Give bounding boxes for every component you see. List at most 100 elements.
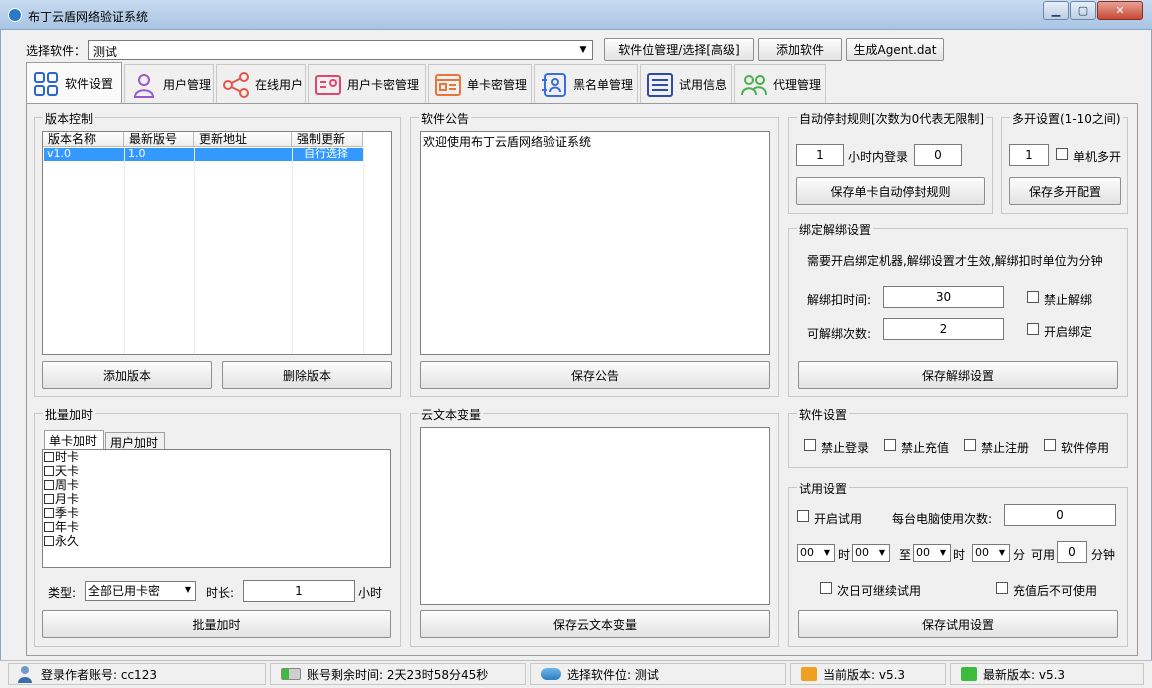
end-minute-select[interactable]: 00 ▼ bbox=[972, 544, 1010, 562]
card-item[interactable]: 月卡 bbox=[44, 492, 79, 506]
group-title: 试用设置 bbox=[797, 480, 850, 497]
forbid-register-checkbox[interactable] bbox=[964, 439, 976, 451]
per-pc-input[interactable]: 0 bbox=[1004, 504, 1116, 526]
autoban-count-input[interactable]: 0 bbox=[914, 144, 962, 166]
end-minute-value: 00 bbox=[975, 546, 989, 559]
card-checkbox[interactable] bbox=[44, 452, 54, 462]
dropdown-arrow-icon: ▼ bbox=[579, 45, 587, 55]
tab-agent-management[interactable]: 代理管理 bbox=[734, 64, 826, 104]
close-button[interactable]: ✕ bbox=[1097, 1, 1143, 20]
card-label: 天卡 bbox=[55, 464, 80, 478]
column-header[interactable]: 更新地址 bbox=[194, 132, 292, 147]
status-current-text: 当前版本: v5.3 bbox=[823, 667, 906, 682]
card-item[interactable]: 天卡 bbox=[44, 464, 79, 478]
tab-label: 软件设置 bbox=[65, 77, 114, 91]
tab-user-management[interactable]: 用户管理 bbox=[124, 64, 214, 104]
tab-single-cardkey[interactable]: 单卡密管理 bbox=[428, 64, 532, 104]
duration-label: 时长: bbox=[206, 586, 235, 600]
title-bar: 布丁云盾网络验证系统 ▁ ▢ ✕ bbox=[0, 0, 1152, 30]
type-select[interactable]: 全部已用卡密 ▼ bbox=[85, 581, 196, 601]
status-latest-text: 最新版本: v5.3 bbox=[983, 667, 1066, 682]
type-select-value: 全部已用卡密 bbox=[88, 584, 161, 598]
forbid-recharge-checkbox[interactable] bbox=[884, 439, 896, 451]
tab-trial-info[interactable]: 试用信息 bbox=[640, 64, 732, 104]
card-type-list[interactable] bbox=[42, 449, 391, 568]
subtab-user-time[interactable]: 用户加时 bbox=[105, 432, 165, 450]
cell-version-name: v1.0 bbox=[47, 147, 72, 160]
maximize-button[interactable]: ▢ bbox=[1070, 1, 1096, 20]
unbind-times-input[interactable]: 2 bbox=[883, 318, 1004, 340]
end-hour-select[interactable]: 00 ▼ bbox=[913, 544, 951, 562]
hour-label: 时 bbox=[953, 548, 966, 562]
tab-online-users[interactable]: 在线用户 bbox=[216, 64, 306, 104]
status-remaining-text: 账号剩余时间: 2天23时58分45秒 bbox=[307, 667, 489, 682]
save-multi-button[interactable]: 保存多开配置 bbox=[1009, 177, 1121, 205]
card-checkbox[interactable] bbox=[44, 522, 54, 532]
card-item[interactable]: 永久 bbox=[44, 534, 79, 548]
multi-open-label: 单机多开 bbox=[1073, 150, 1122, 164]
cell-version-num: 1.0 bbox=[128, 147, 146, 160]
cloud-text-area[interactable] bbox=[420, 427, 770, 605]
card-checkbox[interactable] bbox=[44, 480, 54, 490]
notice-textarea[interactable]: 欢迎使用布丁云盾网络验证系统 bbox=[420, 131, 770, 355]
window-list-icon bbox=[433, 70, 463, 100]
card-item[interactable]: 周卡 bbox=[44, 478, 79, 492]
green-square-icon bbox=[961, 667, 977, 681]
card-item[interactable]: 季卡 bbox=[44, 506, 79, 520]
column-header[interactable]: 版本名称 bbox=[43, 132, 124, 147]
card-checkbox[interactable] bbox=[44, 536, 54, 546]
forbid-unbind-checkbox[interactable] bbox=[1027, 291, 1039, 303]
card-item[interactable]: 时卡 bbox=[44, 450, 79, 464]
tab-label: 单卡密管理 bbox=[467, 78, 528, 92]
subtab-single-card[interactable]: 单卡加时 bbox=[44, 430, 104, 450]
card-item[interactable]: 年卡 bbox=[44, 520, 79, 534]
available-minutes-input[interactable]: 0 bbox=[1057, 541, 1087, 563]
multi-open-input[interactable]: 1 bbox=[1009, 144, 1049, 166]
start-minute-select[interactable]: 00 ▼ bbox=[852, 544, 890, 562]
dropdown-arrow-icon: ▼ bbox=[939, 548, 947, 557]
hour-label: 时 bbox=[838, 548, 851, 562]
software-select[interactable]: 测试 ▼ bbox=[88, 40, 593, 60]
start-hour-select[interactable]: 00 ▼ bbox=[797, 544, 835, 562]
multi-open-checkbox[interactable] bbox=[1056, 148, 1068, 160]
card-checkbox[interactable] bbox=[44, 494, 54, 504]
save-trial-button[interactable]: 保存试用设置 bbox=[798, 610, 1118, 638]
manage-slots-button[interactable]: 软件位管理/选择[高级] bbox=[604, 38, 754, 61]
enable-trial-checkbox[interactable] bbox=[797, 510, 809, 522]
save-notice-button[interactable]: 保存公告 bbox=[420, 361, 770, 389]
next-day-trial-checkbox[interactable] bbox=[820, 582, 832, 594]
no-use-after-recharge-checkbox[interactable] bbox=[996, 582, 1008, 594]
add-software-button[interactable]: 添加软件 bbox=[758, 38, 842, 61]
save-cloud-text-button[interactable]: 保存云文本变量 bbox=[420, 610, 770, 638]
generate-agent-button[interactable]: 生成Agent.dat bbox=[846, 38, 944, 61]
add-version-button[interactable]: 添加版本 bbox=[42, 361, 212, 389]
version-listview[interactable]: 版本名称 最新版号 更新地址 强制更新 v1.0 1.0 自行选择 bbox=[42, 131, 392, 355]
table-row[interactable]: v1.0 1.0 自行选择 bbox=[44, 148, 364, 161]
tab-label: 试用信息 bbox=[679, 78, 728, 92]
card-checkbox[interactable] bbox=[44, 508, 54, 518]
batch-add-time-button[interactable]: 批量加时 bbox=[42, 610, 391, 638]
grid-col bbox=[124, 148, 125, 354]
forbid-login-checkbox[interactable] bbox=[804, 439, 816, 451]
no-use-after-recharge-label: 充值后不可使用 bbox=[1013, 584, 1098, 598]
column-header[interactable]: 强制更新 bbox=[292, 132, 363, 147]
tab-software-settings[interactable]: 软件设置 bbox=[26, 62, 122, 104]
enable-bind-checkbox[interactable] bbox=[1027, 323, 1039, 335]
tab-blacklist[interactable]: 黑名单管理 bbox=[534, 64, 638, 104]
enable-bind-label: 开启绑定 bbox=[1044, 325, 1093, 339]
minimize-button[interactable]: ▁ bbox=[1043, 1, 1069, 20]
disable-software-checkbox[interactable] bbox=[1044, 439, 1056, 451]
duration-input[interactable]: 1 bbox=[243, 580, 355, 602]
unbind-deduct-input[interactable]: 30 bbox=[883, 286, 1004, 308]
card-checkbox[interactable] bbox=[44, 466, 54, 476]
save-autoban-button[interactable]: 保存单卡自动停封规则 bbox=[796, 177, 985, 205]
status-account: 登录作者账号: cc123 bbox=[8, 663, 266, 685]
group-users-icon bbox=[739, 70, 769, 100]
card-label: 周卡 bbox=[55, 478, 80, 492]
delete-version-button[interactable]: 删除版本 bbox=[222, 361, 392, 389]
save-bind-button[interactable]: 保存解绑设置 bbox=[798, 361, 1118, 389]
autoban-hours-input[interactable]: 1 bbox=[796, 144, 844, 166]
grid-col bbox=[194, 148, 195, 354]
column-header[interactable]: 最新版号 bbox=[124, 132, 194, 147]
tab-user-cardkey[interactable]: 用户卡密管理 bbox=[308, 64, 426, 104]
